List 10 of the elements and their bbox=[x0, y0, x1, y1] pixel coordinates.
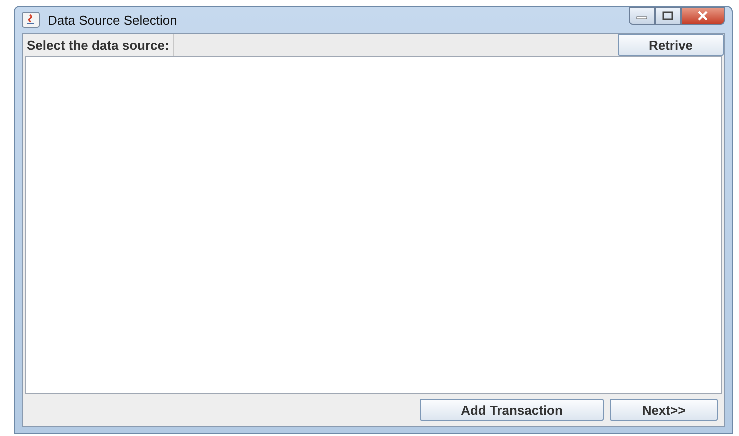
next-button[interactable]: Next>> bbox=[610, 399, 718, 421]
close-button[interactable] bbox=[681, 7, 725, 25]
window-title: Data Source Selection bbox=[48, 12, 178, 28]
close-icon bbox=[696, 11, 710, 21]
coffee-cup-icon bbox=[22, 12, 40, 28]
maximize-icon bbox=[662, 11, 674, 21]
minimize-button[interactable] bbox=[629, 7, 655, 25]
add-transaction-button[interactable]: Add Transaction bbox=[420, 399, 604, 421]
maximize-button[interactable] bbox=[655, 7, 681, 25]
retrieve-button[interactable]: Retrive bbox=[618, 34, 724, 56]
